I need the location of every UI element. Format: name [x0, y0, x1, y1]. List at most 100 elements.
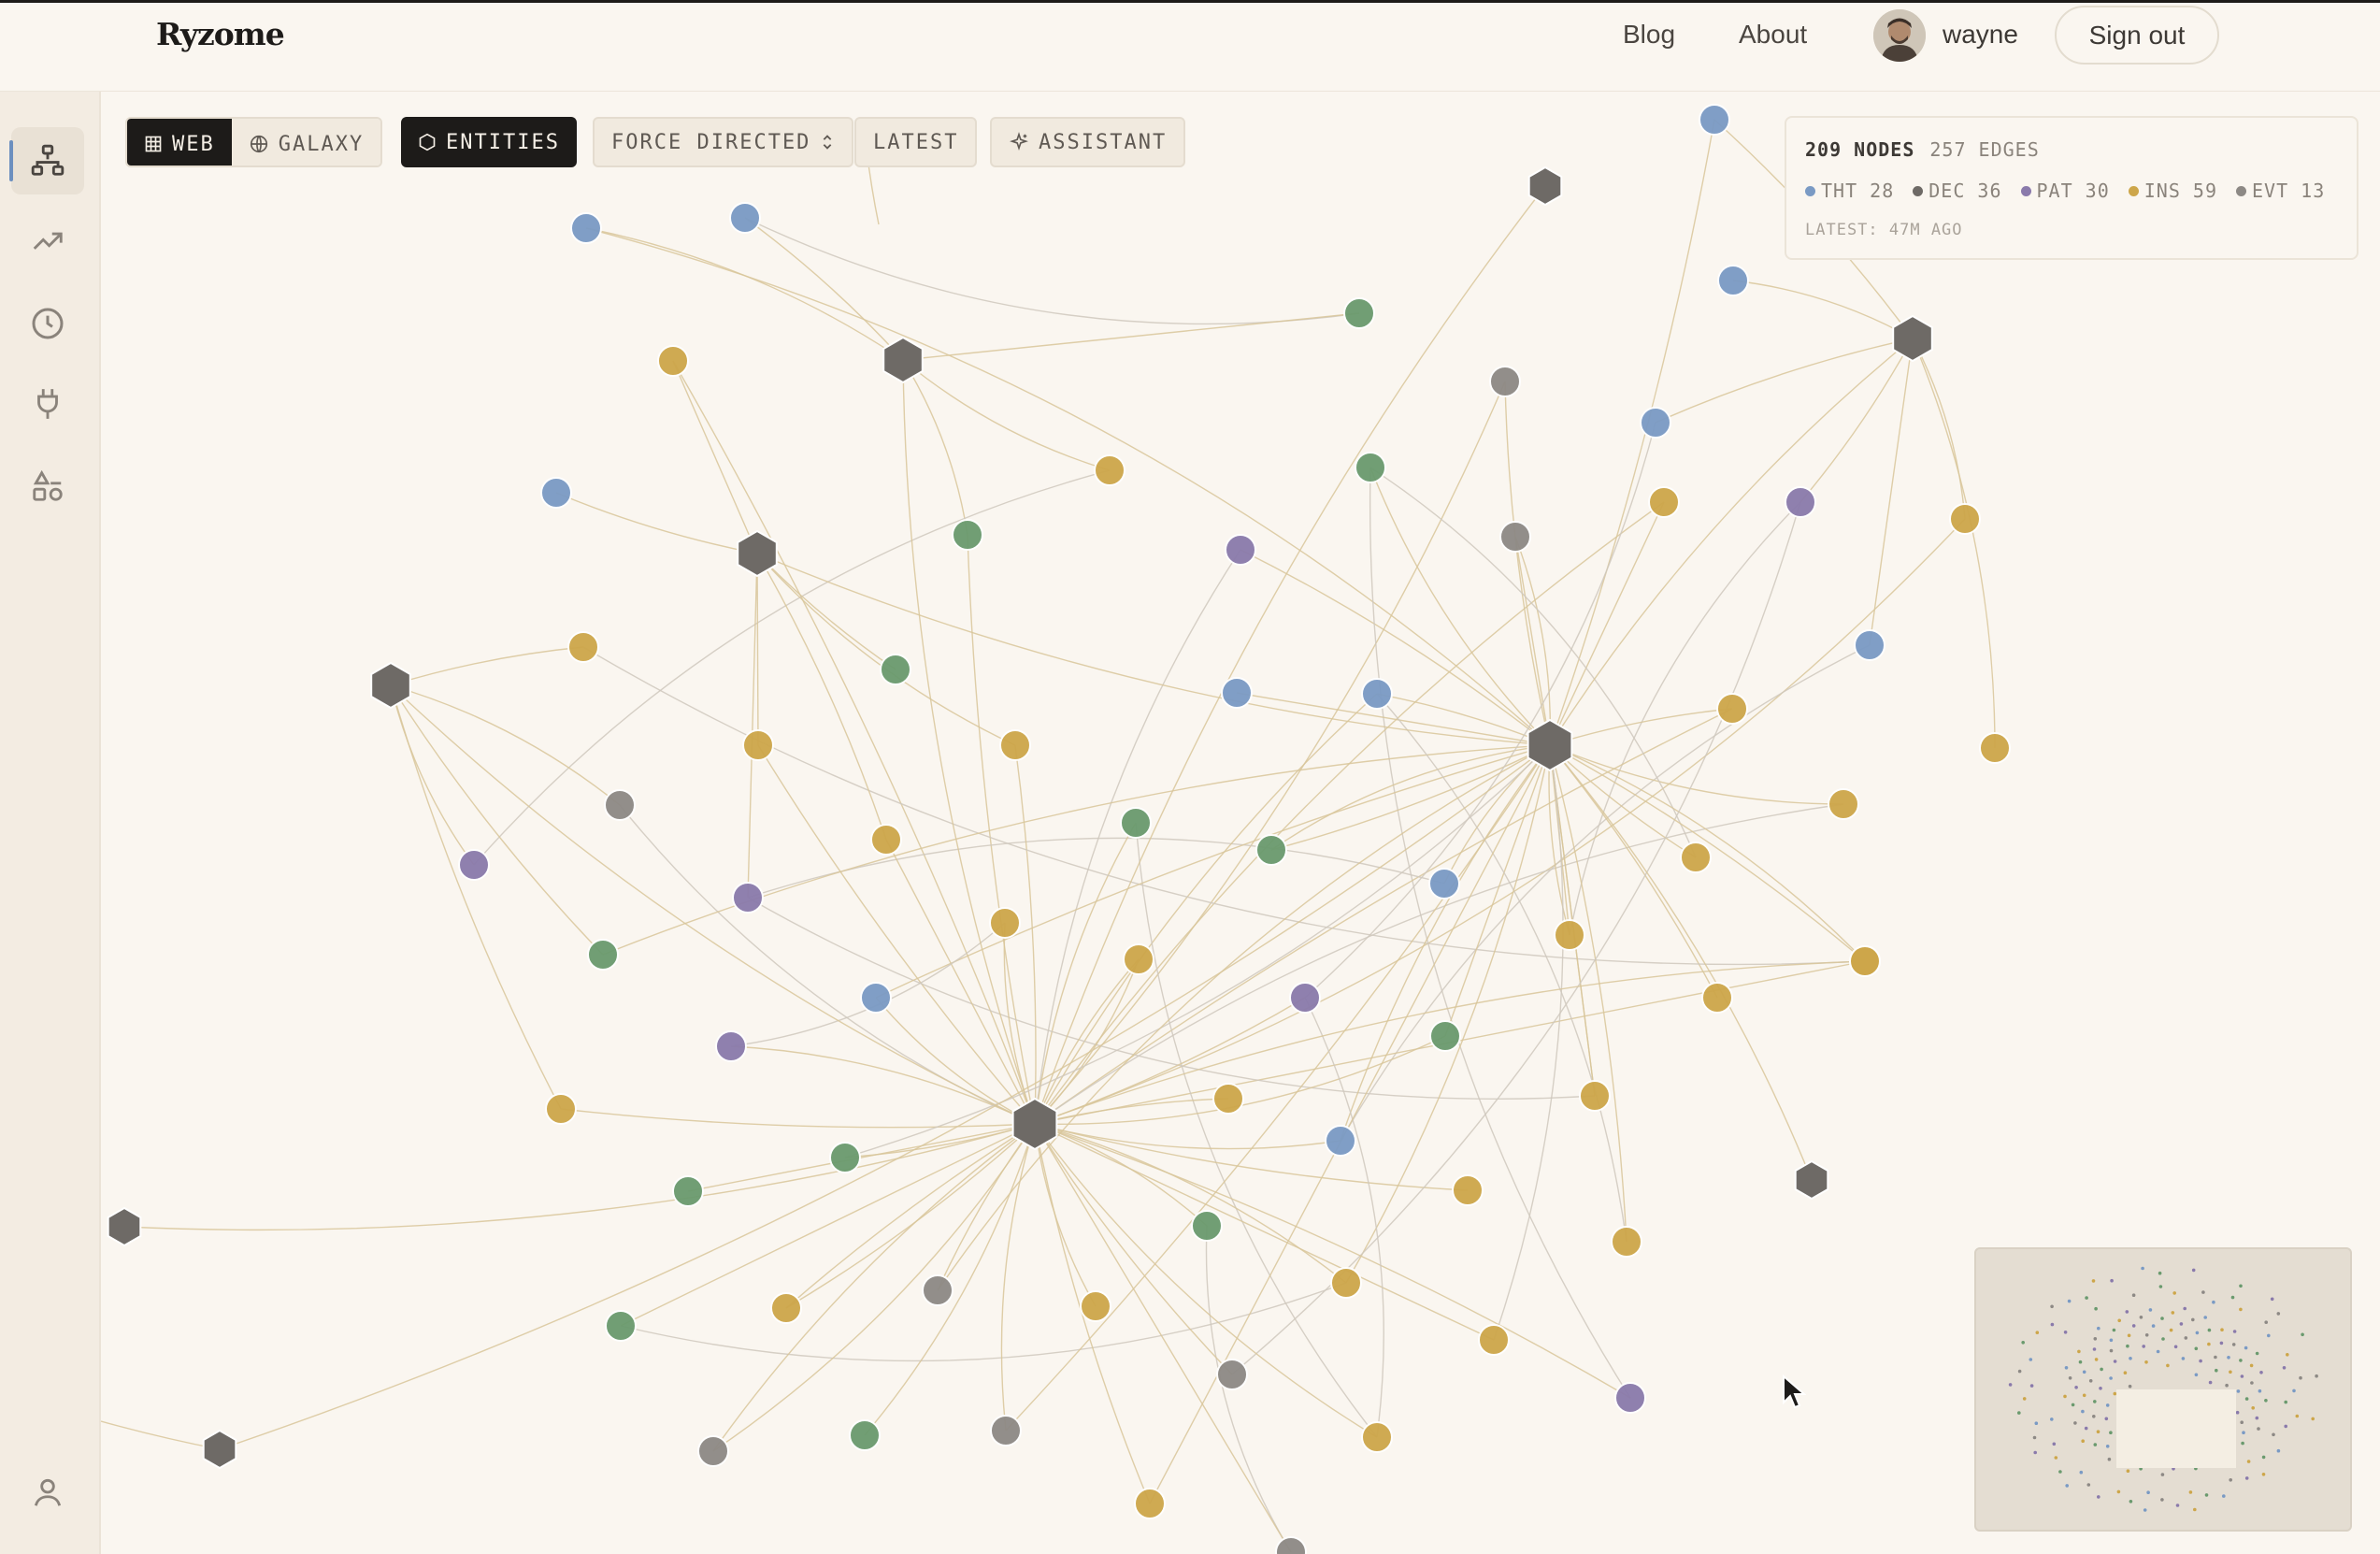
graph-nodes[interactable]	[107, 104, 2011, 1554]
sidebar-item-integrations[interactable]	[11, 370, 84, 438]
galaxy-view-button[interactable]: GALAXY	[231, 119, 381, 165]
graph-node[interactable]	[1212, 1083, 1244, 1115]
graph-node[interactable]	[1330, 1267, 1362, 1299]
graph-node[interactable]	[1221, 677, 1253, 709]
entity-hub-node[interactable]	[370, 661, 411, 710]
avatar[interactable]	[1873, 9, 1926, 62]
graph-node[interactable]	[1225, 534, 1256, 566]
graph-node[interactable]	[742, 729, 774, 761]
graph-node[interactable]	[849, 1419, 881, 1451]
graph-node[interactable]	[1828, 788, 1859, 820]
graph-node[interactable]	[1854, 629, 1885, 661]
legend-item-dec[interactable]: DEC 36	[1913, 180, 2001, 202]
graph-node[interactable]	[1849, 945, 1881, 977]
graph-node[interactable]	[1094, 454, 1125, 486]
brand-logo[interactable]: Ryzome	[156, 16, 285, 52]
graph-node[interactable]	[990, 1415, 1022, 1446]
graph-node[interactable]	[989, 907, 1021, 939]
graph-node[interactable]	[1499, 521, 1531, 553]
graph-node[interactable]	[604, 789, 636, 821]
entities-toggle-button[interactable]: ENTITIES	[401, 117, 577, 167]
graph-node[interactable]	[880, 654, 911, 685]
graph-node[interactable]	[587, 939, 619, 971]
graph-node[interactable]	[1080, 1290, 1111, 1322]
minimap-viewport[interactable]	[2116, 1389, 2236, 1468]
sign-out-button[interactable]: Sign out	[2055, 6, 2219, 65]
graph-node[interactable]	[715, 1030, 747, 1062]
nav-link-about[interactable]: About	[1739, 20, 1807, 50]
graph-node[interactable]	[1716, 693, 1748, 725]
graph-node[interactable]	[1428, 868, 1460, 899]
graph-node[interactable]	[1648, 486, 1680, 518]
graph-node[interactable]	[1134, 1488, 1166, 1519]
legend-item-evt[interactable]: EVT 13	[2236, 180, 2325, 202]
graph-node[interactable]	[458, 849, 490, 881]
graph-node[interactable]	[1343, 297, 1375, 329]
graph-node[interactable]	[1614, 1382, 1646, 1414]
web-view-button[interactable]: WEB	[127, 119, 232, 165]
graph-node[interactable]	[1361, 1421, 1393, 1453]
graph-node[interactable]	[1275, 1536, 1307, 1554]
graph-node[interactable]	[1289, 982, 1321, 1014]
graph-node[interactable]	[657, 345, 689, 377]
graph-node[interactable]	[1717, 265, 1749, 296]
graph-node[interactable]	[1452, 1174, 1484, 1206]
graph-node[interactable]	[1554, 919, 1585, 951]
graph-node[interactable]	[1785, 486, 1816, 518]
legend-item-ins[interactable]: INS 59	[2128, 180, 2217, 202]
graph-node[interactable]	[1429, 1020, 1461, 1052]
entity-hub-node[interactable]	[1794, 1159, 1829, 1201]
graph-node[interactable]	[1216, 1359, 1248, 1390]
graph-node[interactable]	[1979, 732, 2011, 764]
graph-node[interactable]	[1123, 943, 1154, 975]
graph-node[interactable]	[1120, 807, 1152, 839]
latest-button[interactable]: LATEST	[854, 117, 978, 167]
entity-hub-node[interactable]	[1527, 165, 1563, 207]
legend-item-pat[interactable]: PAT 30	[2020, 180, 2110, 202]
graph-node[interactable]	[545, 1093, 577, 1125]
graph-node[interactable]	[1355, 452, 1386, 483]
minimap[interactable]	[1974, 1247, 2352, 1532]
graph-node[interactable]	[1489, 366, 1521, 397]
graph-node[interactable]	[1611, 1226, 1642, 1258]
sidebar-item-history[interactable]	[11, 290, 84, 357]
graph-node[interactable]	[860, 982, 892, 1014]
assistant-button[interactable]: ASSISTANT	[990, 117, 1186, 167]
graph-node[interactable]	[570, 212, 602, 244]
graph-node[interactable]	[870, 824, 902, 856]
entity-hub-node[interactable]	[202, 1429, 237, 1470]
entity-hub-node[interactable]	[107, 1206, 142, 1247]
graph-node[interactable]	[729, 202, 761, 234]
sidebar-item-graph[interactable]	[9, 127, 84, 194]
graph-node[interactable]	[1361, 678, 1393, 710]
graph-node[interactable]	[1949, 503, 1981, 535]
graph-node[interactable]	[1579, 1080, 1611, 1112]
graph-node[interactable]	[829, 1142, 861, 1173]
graph-node[interactable]	[1478, 1324, 1510, 1356]
sidebar-item-profile[interactable]	[11, 1459, 84, 1526]
graph-node[interactable]	[1701, 982, 1733, 1014]
layout-select[interactable]: FORCE DIRECTED	[593, 117, 854, 167]
graph-node[interactable]	[567, 631, 599, 663]
graph-node[interactable]	[770, 1292, 802, 1324]
graph-node[interactable]	[697, 1435, 729, 1467]
graph-node[interactable]	[672, 1175, 704, 1207]
graph-node[interactable]	[922, 1274, 953, 1306]
graph-node[interactable]	[1680, 842, 1712, 873]
graph-node[interactable]	[1640, 407, 1671, 439]
graph-node[interactable]	[1699, 104, 1730, 136]
entity-hub-node[interactable]	[1892, 314, 1933, 363]
graph-node[interactable]	[1325, 1125, 1356, 1157]
graph-node[interactable]	[999, 729, 1031, 761]
graph-node[interactable]	[1191, 1210, 1223, 1242]
graph-node[interactable]	[1255, 834, 1287, 866]
graph-node[interactable]	[732, 882, 764, 914]
entity-hub-node[interactable]	[882, 336, 924, 384]
graph-node[interactable]	[605, 1310, 637, 1342]
legend-item-tht[interactable]: THT 28	[1805, 180, 1894, 202]
graph-node[interactable]	[540, 477, 572, 509]
graph-node[interactable]	[952, 519, 983, 551]
username[interactable]: wayne	[1943, 20, 2018, 50]
sidebar-item-trends[interactable]	[11, 208, 84, 275]
sidebar-item-templates[interactable]	[11, 453, 84, 520]
